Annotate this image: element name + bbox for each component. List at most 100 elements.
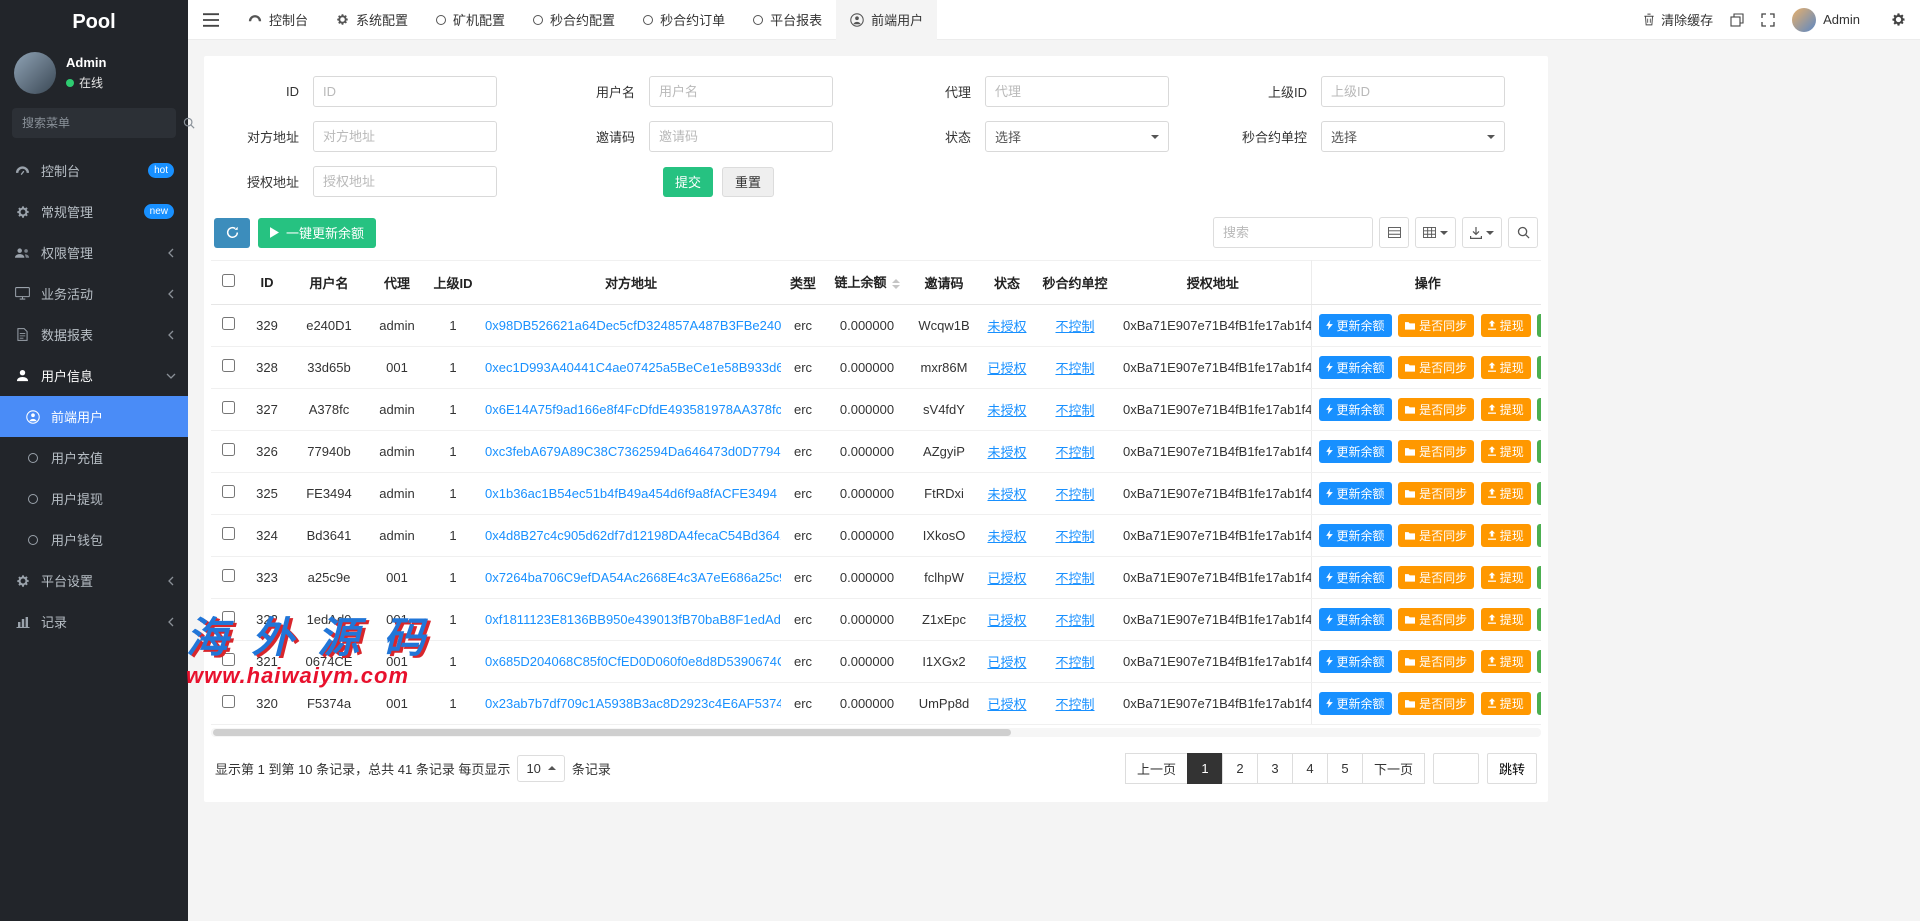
update-balance-button[interactable]: 更新余额 [1319, 650, 1392, 673]
sync-button[interactable]: 是否同步 [1398, 314, 1474, 337]
address-link[interactable]: 0x4d8B27c4c905d62df7d12198DA4fecaC54Bd36… [485, 528, 781, 543]
row-checkbox[interactable] [222, 527, 235, 540]
address-link[interactable]: 0x685D204068C85f0CfED0D060f0e8d8D5390674… [485, 654, 781, 669]
advanced-search-button[interactable] [1508, 217, 1538, 248]
withdraw-button[interactable]: 提现 [1481, 482, 1531, 505]
invite-code-filter-input[interactable] [649, 121, 833, 152]
sidebar-item-dashboard[interactable]: 控制台 hot [0, 150, 188, 191]
fullscreen-icon[interactable] [1761, 13, 1775, 27]
withdraw-button[interactable]: 提现 [1481, 650, 1531, 673]
sidebar-item-user-info[interactable]: 用户信息 [0, 355, 188, 396]
tab-platform-reports[interactable]: 平台报表 [739, 0, 836, 40]
row-checkbox[interactable] [222, 695, 235, 708]
tab-system-config[interactable]: 系统配置 [322, 0, 422, 40]
user-menu[interactable]: Admin [1792, 8, 1860, 32]
edit-button[interactable] [1537, 692, 1541, 715]
id-filter-input[interactable] [313, 76, 497, 107]
status-link[interactable]: 未授权 [987, 529, 1026, 544]
update-balance-button[interactable]: 更新余额 [1319, 440, 1392, 463]
sync-button[interactable]: 是否同步 [1398, 566, 1474, 589]
row-checkbox[interactable] [222, 611, 235, 624]
sync-button[interactable]: 是否同步 [1398, 692, 1474, 715]
withdraw-button[interactable]: 提现 [1481, 524, 1531, 547]
sync-button[interactable]: 是否同步 [1398, 524, 1474, 547]
withdraw-button[interactable]: 提现 [1481, 398, 1531, 421]
menu-toggle-button[interactable] [188, 0, 234, 40]
edit-button[interactable] [1537, 398, 1541, 421]
sync-button[interactable]: 是否同步 [1398, 356, 1474, 379]
parent-id-filter-input[interactable] [1321, 76, 1505, 107]
sidebar-item-general[interactable]: 常规管理 new [0, 191, 188, 232]
control-link[interactable]: 不控制 [1055, 571, 1094, 586]
row-checkbox[interactable] [222, 569, 235, 582]
edit-button[interactable] [1537, 440, 1541, 463]
address-link[interactable]: 0x7264ba706C9efDA54Ac2668E4c3A7eE686a25c… [485, 570, 781, 585]
status-link[interactable]: 已授权 [987, 571, 1026, 586]
sidebar-item-permissions[interactable]: 权限管理 [0, 232, 188, 273]
prev-page-button[interactable]: 上一页 [1125, 753, 1188, 784]
table-search-input[interactable] [1213, 217, 1373, 248]
sync-button[interactable]: 是否同步 [1398, 398, 1474, 421]
address-link[interactable]: 0xf1811123E8136BB950e439013fB70baB8F1edA… [485, 612, 781, 627]
update-balance-button[interactable]: 更新余额 [1319, 398, 1392, 421]
col-balance-sort[interactable]: 链上余额 [825, 261, 909, 305]
address-link[interactable]: 0x1b36ac1B54ec51b4fB49a454d6f9a8fACFE349… [485, 486, 777, 501]
address-link[interactable]: 0xc3febA679A89C38C7362594Da646473d0D7794… [485, 444, 781, 459]
control-link[interactable]: 不控制 [1055, 655, 1094, 670]
address-filter-input[interactable] [313, 121, 497, 152]
edit-button[interactable] [1537, 482, 1541, 505]
tab-dashboard[interactable]: 控制台 [234, 0, 322, 40]
select-all-checkbox[interactable] [222, 274, 235, 287]
control-filter-select[interactable]: 选择 [1321, 121, 1505, 152]
batch-update-balance-button[interactable]: 一键更新余额 [258, 218, 376, 248]
status-link[interactable]: 已授权 [987, 361, 1026, 376]
page-button[interactable]: 3 [1257, 753, 1293, 784]
columns-button[interactable] [1415, 217, 1456, 248]
clear-cache-button[interactable]: 清除缓存 [1643, 10, 1713, 29]
export-button[interactable] [1462, 217, 1502, 248]
control-link[interactable]: 不控制 [1055, 361, 1094, 376]
edit-button[interactable] [1537, 524, 1541, 547]
row-checkbox[interactable] [222, 485, 235, 498]
edit-button[interactable] [1537, 314, 1541, 337]
status-link[interactable]: 已授权 [987, 697, 1026, 712]
status-link[interactable]: 未授权 [987, 487, 1026, 502]
update-balance-button[interactable]: 更新余额 [1319, 314, 1392, 337]
row-checkbox[interactable] [222, 317, 235, 330]
edit-button[interactable] [1537, 566, 1541, 589]
withdraw-button[interactable]: 提现 [1481, 440, 1531, 463]
tab-contract-orders[interactable]: 秒合约订单 [629, 0, 739, 40]
update-balance-button[interactable]: 更新余额 [1319, 608, 1392, 631]
withdraw-button[interactable]: 提现 [1481, 566, 1531, 589]
sidebar-search[interactable] [12, 108, 176, 138]
update-balance-button[interactable]: 更新余额 [1319, 692, 1392, 715]
status-link[interactable]: 已授权 [987, 613, 1026, 628]
next-page-button[interactable]: 下一页 [1362, 753, 1425, 784]
control-link[interactable]: 不控制 [1055, 403, 1094, 418]
tab-frontend-users[interactable]: 前端用户 [836, 0, 937, 40]
withdraw-button[interactable]: 提现 [1481, 608, 1531, 631]
update-balance-button[interactable]: 更新余额 [1319, 524, 1392, 547]
row-checkbox[interactable] [222, 359, 235, 372]
control-link[interactable]: 不控制 [1055, 445, 1094, 460]
withdraw-button[interactable]: 提现 [1481, 314, 1531, 337]
control-link[interactable]: 不控制 [1055, 697, 1094, 712]
page-button[interactable]: 4 [1292, 753, 1328, 784]
scrollbar-thumb[interactable] [213, 729, 1011, 736]
page-button[interactable]: 2 [1222, 753, 1258, 784]
edit-button[interactable] [1537, 650, 1541, 673]
settings-gears-icon[interactable] [1891, 12, 1906, 27]
address-link[interactable]: 0x98DB526621a64Dec5cfD324857A487B3FBe240… [485, 318, 781, 333]
address-link[interactable]: 0x6E14A75f9ad166e8f4FcDfdE493581978AA378… [485, 402, 781, 417]
agent-filter-input[interactable] [985, 76, 1169, 107]
row-checkbox[interactable] [222, 443, 235, 456]
tab-miner-config[interactable]: 矿机配置 [422, 0, 519, 40]
jump-page-input[interactable] [1433, 753, 1479, 784]
sidebar-item-user-withdraw[interactable]: 用户提现 [0, 478, 188, 519]
withdraw-button[interactable]: 提现 [1481, 356, 1531, 379]
address-link[interactable]: 0xec1D993A40441C4ae07425a5BeCe1e58B933d6… [485, 360, 781, 375]
auth-address-filter-input[interactable] [313, 166, 497, 197]
control-link[interactable]: 不控制 [1055, 319, 1094, 334]
sidebar-item-user-recharge[interactable]: 用户充值 [0, 437, 188, 478]
address-link[interactable]: 0x23ab7b7df709c1A5938B3ac8D2923c4E6AF537… [485, 696, 781, 711]
